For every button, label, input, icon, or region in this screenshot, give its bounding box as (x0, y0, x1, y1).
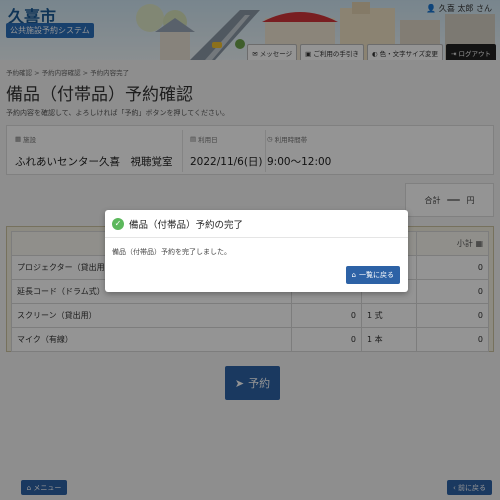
modal-message: 備品（付帯品）予約を完了しました。 (112, 248, 231, 256)
back-to-list-button[interactable]: ⌂ 一覧に戻る (345, 266, 400, 284)
completion-modal: ✓ 備品（付帯品）予約の完了 備品（付帯品）予約を完了しました。 ⌂ 一覧に戻る (105, 210, 408, 292)
back-to-list-label: 一覧に戻る (359, 271, 394, 279)
home-icon: ⌂ (351, 271, 356, 279)
check-circle-icon: ✓ (112, 217, 124, 230)
modal-header: ✓ 備品（付帯品）予約の完了 (105, 210, 408, 238)
modal-title: 備品（付帯品）予約の完了 (129, 219, 244, 231)
